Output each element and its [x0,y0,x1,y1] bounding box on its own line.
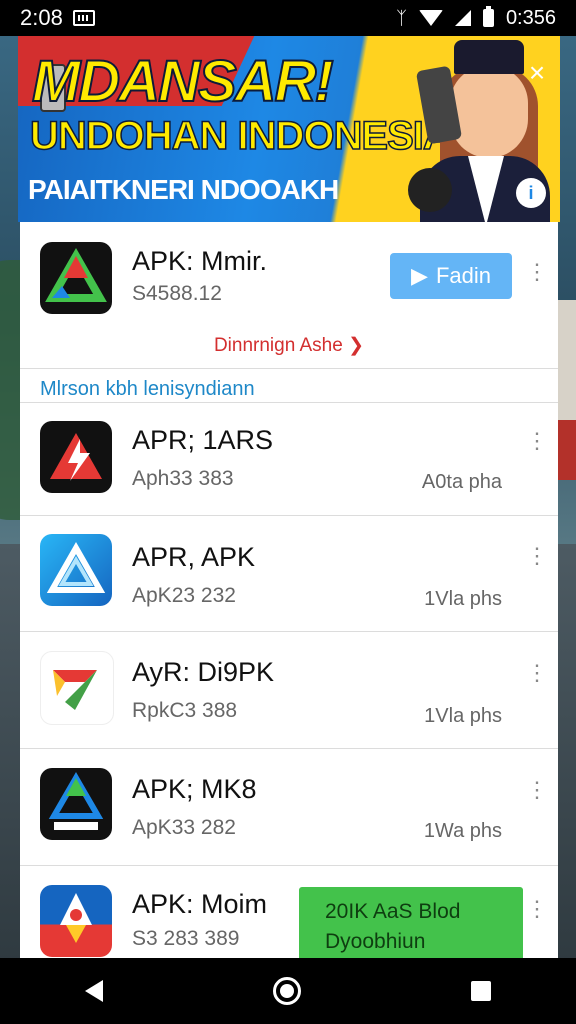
play-icon: ▶ [411,263,428,288]
more-options-icon[interactable]: ⋮ [526,258,548,286]
banner-subtitle: UNDOHAN INDONESIA [29,113,452,159]
triangle-logo-icon [40,242,112,314]
app-version: ApK33 282 [132,816,236,839]
app-version: ApK23 232 [132,584,236,607]
app-name: AyR: Di9PK [132,657,275,687]
ad-banner[interactable]: MDANSAR! UNDOHAN INDONESIA PAIAITKNERI N… [18,36,560,222]
app-list: APK: Mmir. S4588.12 ▶ Fadin ⋮ Dinnrnign … [20,222,558,958]
more-options-icon[interactable]: ⋮ [526,776,548,804]
section-label: Mlrson kbh lenisyndiann [40,378,255,400]
blue-triangle-logo-icon [40,534,112,606]
wifi-icon [418,10,443,26]
more-options-icon[interactable]: ⋮ [526,895,548,923]
info-icon[interactable]: i [516,178,546,208]
home-icon[interactable] [273,977,301,1005]
close-icon[interactable]: × [520,56,554,90]
navigation-bar [0,958,576,1024]
vibrate-icon: ᛉ [396,7,407,28]
status-time: 2:08 [20,5,63,30]
app-version: S3 283 389 [132,927,240,950]
list-item[interactable]: APK; MK8 ApK33 282 1Wa phs ⋮ [20,748,558,866]
app-size: 1Wa phs [423,820,502,842]
app-name: APK: Moim [132,889,268,919]
red-swoosh-logo-icon [40,421,112,493]
more-options-icon[interactable]: ⋮ [526,427,548,455]
app-name: APK; MK8 [132,774,257,804]
sim-card-icon [72,10,95,26]
app-version: S4588.12 [132,282,222,305]
list-item[interactable]: AyR: Di9PK RpkC3 388 1Vla phs ⋮ [20,631,558,749]
list-item[interactable]: APR; 1ARS Aph33 383 A0ta pha ⋮ [20,402,558,516]
battery-icon [482,6,494,27]
banner-tagline: PAIAITKNERI NDOOAKH [28,174,339,205]
banner-title: MDANSAR! [31,48,335,115]
rocket-logo-icon [40,885,112,957]
status-clock-right: 0:356 [505,6,556,29]
notice-text: Dinnrnign Ashe ❯ [213,335,365,356]
dark-triangle-logo-icon [40,768,112,840]
app-version: RpkC3 388 [132,699,238,722]
recent-apps-icon[interactable] [471,981,491,1001]
colorful-triangle-logo-icon [40,651,114,725]
list-item[interactable]: APK: Moim S3 283 389 20IK AaS Blod Dyoob… [20,865,558,958]
app-size: 1Vla phs [424,588,502,610]
back-icon[interactable] [85,980,103,1002]
app-version: Aph33 383 [132,467,234,490]
more-options-icon[interactable]: ⋮ [526,659,548,687]
signal-icon [454,10,471,26]
more-options-icon[interactable]: ⋮ [526,542,548,570]
app-size: 1Vla phs [424,705,502,727]
app-name: APK: Mmir. [132,246,268,276]
list-item[interactable]: APR, APK ApK23 232 1Vla phs ⋮ [20,514,558,632]
download-button-line1: 20IK AaS Blod [325,900,461,923]
fetch-button[interactable]: ▶ Fadin [390,253,512,299]
app-name: APR; 1ARS [132,425,274,455]
app-size: A0ta pha [421,471,502,493]
status-bar: 2:08 ᛉ 0:356 [0,0,576,36]
list-item[interactable]: APK: Mmir. S4588.12 ▶ Fadin ⋮ Dinnrnign … [20,222,558,369]
download-button-line2: Dyoobhiun [325,930,426,953]
fetch-button-label: Fadin [435,263,491,288]
download-button[interactable]: 20IK AaS Blod Dyoobhiun [299,887,523,958]
app-name: APR, APK [132,542,256,572]
